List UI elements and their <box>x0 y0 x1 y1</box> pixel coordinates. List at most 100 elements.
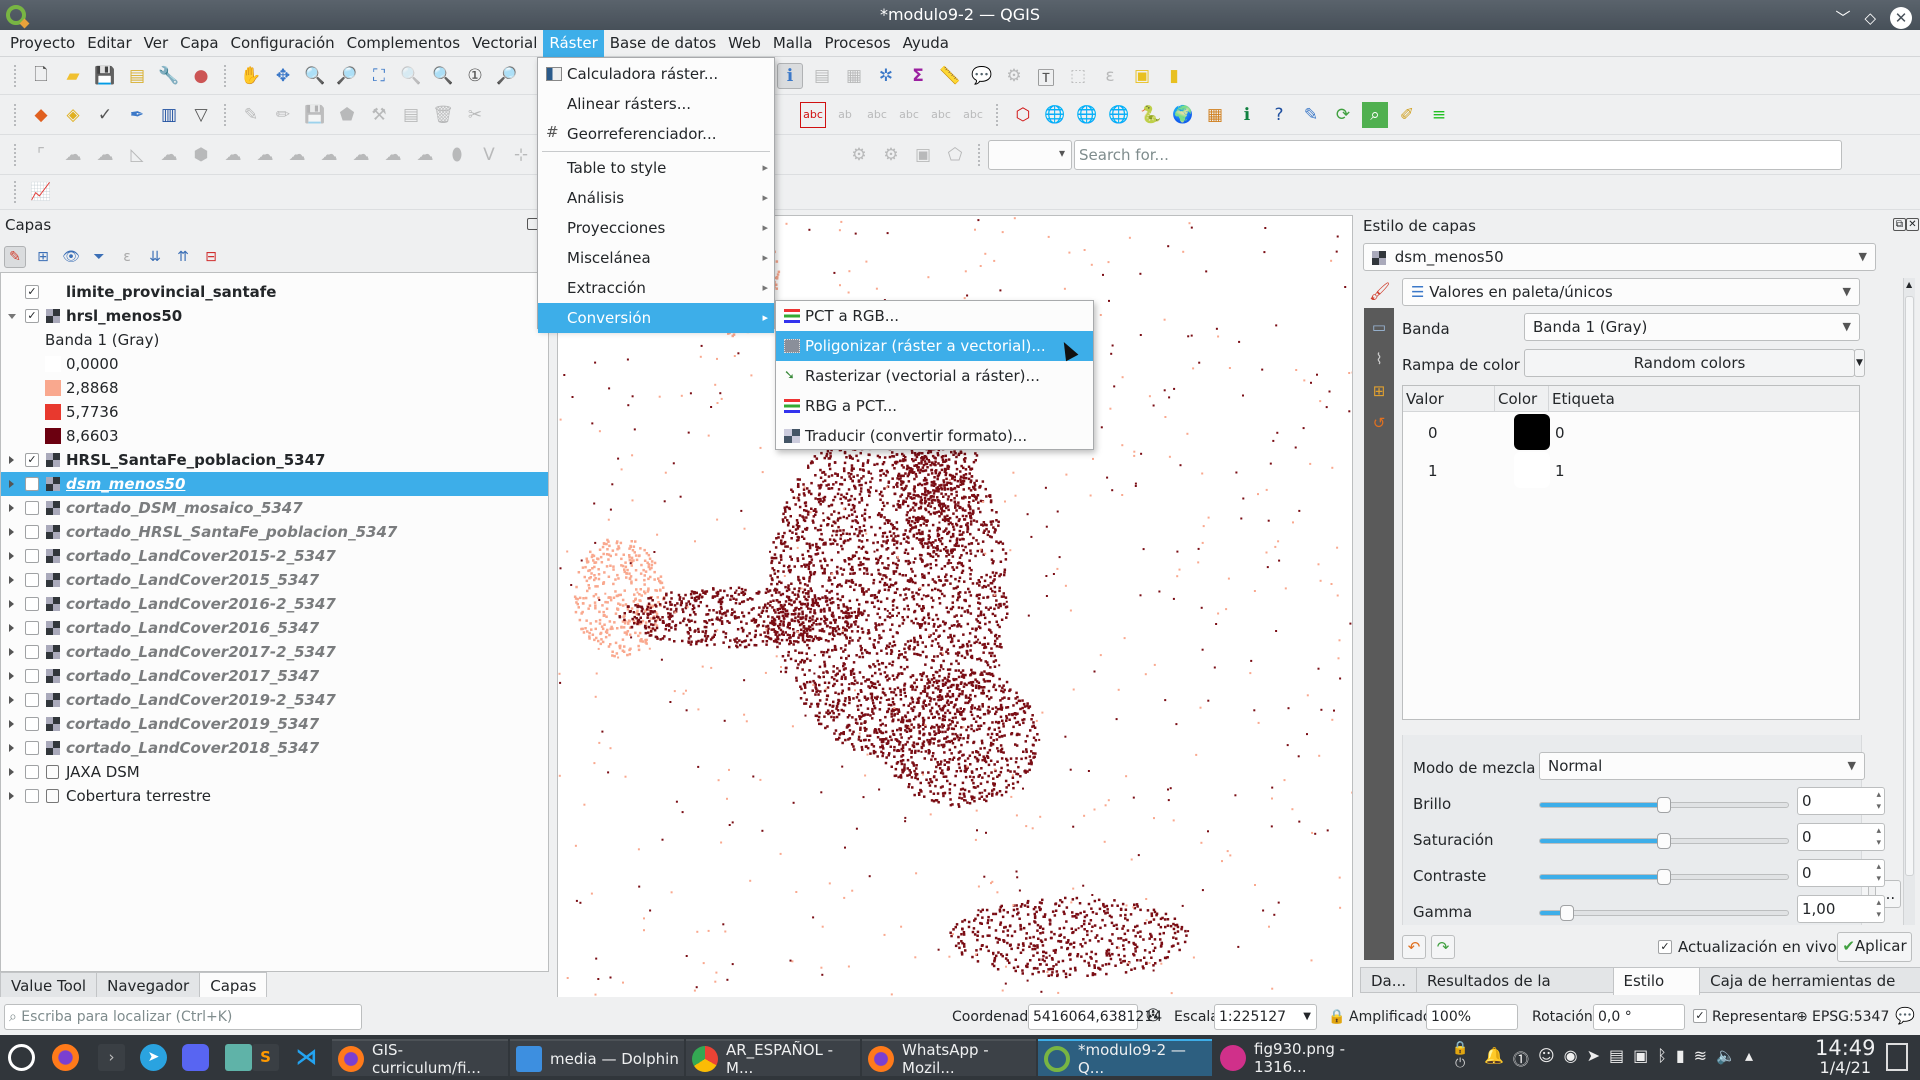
expand-arrow-icon[interactable] <box>9 648 14 656</box>
menu-item-rasterize[interactable]: ➘ Rasterizar (vectorial a ráster)... <box>776 361 1093 391</box>
battery-icon[interactable]: ▮ <box>1676 1046 1685 1070</box>
menu-configuracion[interactable]: Configuración <box>225 30 341 57</box>
menu-item-extraccion[interactable]: Extracción <box>538 273 774 303</box>
toggle-editing-icon[interactable]: ✏ <box>270 102 296 128</box>
saturation-spinbox[interactable]: 0 <box>1797 823 1885 851</box>
select-features-icon[interactable]: ⬚ <box>1065 63 1091 89</box>
redo-button[interactable]: ↷ <box>1431 935 1455 959</box>
wifi-icon[interactable]: ≋ <box>1694 1046 1707 1070</box>
map-tips-icon[interactable]: 💬 <box>969 63 995 89</box>
show-desktop-button[interactable] <box>1886 1043 1908 1071</box>
modify-attributes-icon[interactable]: ▤ <box>398 102 424 128</box>
tab-value-tool[interactable]: Value Tool <box>0 972 98 998</box>
layer-visibility-checkbox[interactable]: ✓ <box>25 453 39 467</box>
annotation-d-icon[interactable]: ⬠ <box>942 142 968 168</box>
clipboard-icon[interactable]: ▤ <box>1609 1046 1624 1070</box>
column-header-color[interactable]: Color <box>1495 386 1549 412</box>
rotation-spinbox[interactable]: 0,0 ° <box>1593 1004 1685 1030</box>
deselect-icon[interactable]: ▣ <box>1129 63 1155 89</box>
app-launcher-icon[interactable] <box>8 1044 35 1071</box>
screen-icon[interactable]: ▣ <box>1633 1046 1648 1070</box>
menu-complementos[interactable]: Complementos <box>341 30 466 57</box>
lock-scale-icon[interactable]: 🔒 <box>1328 1009 1345 1025</box>
toolbar-grip[interactable] <box>14 181 18 203</box>
zoom-last-icon[interactable]: 🔎 <box>494 63 520 89</box>
toolbar-grip[interactable] <box>14 143 18 166</box>
select-location-icon[interactable]: ▮ <box>1161 63 1187 89</box>
layer-visibility-checkbox[interactable] <box>25 645 39 659</box>
measure-icon[interactable]: 📏 <box>937 63 963 89</box>
move-feature-icon[interactable]: ☁ <box>156 142 182 168</box>
split-parts-icon[interactable]: ⬮ <box>444 142 470 168</box>
expand-arrow-icon[interactable] <box>9 696 14 704</box>
layer-item[interactable]: ✓ hrsl_menos50 <box>1 304 548 328</box>
task-item[interactable]: AR_ESPAÑOL - M... <box>686 1039 860 1077</box>
wms-search-icon[interactable]: 🌐 <box>1074 102 1100 128</box>
layer-group[interactable]: Cobertura terrestre <box>1 784 548 808</box>
globe-icon[interactable]: 🌍 <box>1170 102 1196 128</box>
toggle-extents-icon[interactable]: ✇ <box>1146 1006 1160 1026</box>
slider-handle[interactable] <box>1657 833 1671 849</box>
new-project-icon[interactable]: 🗋 <box>28 63 54 89</box>
messages-icon[interactable]: 💬 <box>1895 1006 1915 1025</box>
style-manager-icon[interactable]: ● <box>188 63 214 89</box>
layer-item[interactable]: cortado_DSM_mosaico_5347 <box>1 496 548 520</box>
blend-mode-dropdown[interactable]: Normal ▼ <box>1539 752 1865 780</box>
quick-search-icon[interactable]: ⌕ <box>1362 101 1388 128</box>
tab-data[interactable]: Da... <box>1360 967 1418 993</box>
brightness-slider[interactable] <box>1539 797 1789 813</box>
layer-visibility-checkbox[interactable] <box>25 597 39 611</box>
maximize-icon[interactable]: ◇ <box>1864 3 1876 33</box>
layer-item[interactable]: cortado_HRSL_SantaFe_poblacion_5347 <box>1 520 548 544</box>
layer-item[interactable]: cortado_LandCover2016-2_5347 <box>1 592 548 616</box>
menu-item-rgb-to-pct[interactable]: RBG a PCT... <box>776 391 1093 421</box>
telegram-tray-icon[interactable]: ➤ <box>1587 1046 1600 1070</box>
render-checkbox[interactable]: ✓ <box>1693 1009 1707 1023</box>
layer-item[interactable]: cortado_LandCover2018_5347 <box>1 736 548 760</box>
new-shapefile-icon[interactable]: ✓ <box>92 102 118 128</box>
expand-arrow-icon[interactable] <box>9 600 14 608</box>
float-panel-icon[interactable]: ⧉ <box>1893 218 1906 231</box>
label-change-icon[interactable]: abc <box>960 102 986 128</box>
layout-manager-icon[interactable]: 🔧 <box>156 63 182 89</box>
contrast-slider[interactable] <box>1539 869 1789 885</box>
plugin-b-icon[interactable]: ⟳ <box>1330 102 1356 128</box>
apply-button[interactable]: ✔Aplicar <box>1837 932 1912 962</box>
pan-to-selection-icon[interactable]: ✥ <box>270 63 296 89</box>
vscode-icon[interactable]: ⋊ <box>293 1044 320 1071</box>
add-polygon-icon[interactable]: ⬟ <box>334 102 360 128</box>
expand-arrow-icon[interactable] <box>9 480 14 488</box>
column-header-valor[interactable]: Valor <box>1403 386 1495 412</box>
layer-visibility-checkbox[interactable] <box>25 501 39 515</box>
undo-button[interactable]: ↶ <box>1402 935 1426 959</box>
plugin-a-icon[interactable]: ✎ <box>1298 102 1324 128</box>
expand-arrow-icon[interactable] <box>9 552 14 560</box>
scale-dropdown[interactable]: 1:225127 ▼ <box>1214 1004 1317 1030</box>
update-icon[interactable]: ⓵ <box>1513 1046 1529 1070</box>
contrast-spinbox[interactable]: 0 <box>1797 859 1885 887</box>
filter-legend-icon[interactable]: ⏷ <box>88 246 110 268</box>
layer-visibility-checkbox[interactable]: ✓ <box>25 285 39 299</box>
layer-visibility-checkbox[interactable] <box>25 717 39 731</box>
expand-arrow-icon[interactable] <box>9 504 14 512</box>
menu-item-pct-to-rgb[interactable]: PCT a RGB... <box>776 301 1093 331</box>
filter-expression-icon[interactable]: ε <box>116 246 138 268</box>
collapse-all-icon[interactable]: ⇈ <box>172 246 194 268</box>
tab-capas[interactable]: Capas <box>199 972 268 1000</box>
palette-color-swatch[interactable] <box>1514 414 1550 450</box>
label-rotate-icon[interactable]: abc <box>928 102 954 128</box>
task-item[interactable]: fig930.png - 1316... <box>1214 1039 1390 1076</box>
fill-ring-icon[interactable]: ☁ <box>252 142 278 168</box>
zoom-to-selection-icon[interactable]: 🔍 <box>398 63 424 89</box>
expand-all-icon[interactable]: ⇊ <box>144 246 166 268</box>
expand-arrow-icon[interactable] <box>9 528 14 536</box>
data-source-manager-icon[interactable]: ◆ <box>28 102 54 128</box>
layer-visibility-checkbox[interactable] <box>25 741 39 755</box>
open-styling-icon[interactable]: ✎ <box>4 246 26 268</box>
collapse-arrow-icon[interactable] <box>8 313 16 319</box>
clock[interactable]: 14:49 1/4/21 <box>1815 1038 1876 1078</box>
delete-selected-icon[interactable]: 🗑 <box>430 102 456 128</box>
layer-visibility-checkbox[interactable] <box>25 621 39 635</box>
layer-item[interactable]: cortado_LandCover2019-2_5347 <box>1 688 548 712</box>
close-panel-icon[interactable]: ✕ <box>1906 218 1919 231</box>
